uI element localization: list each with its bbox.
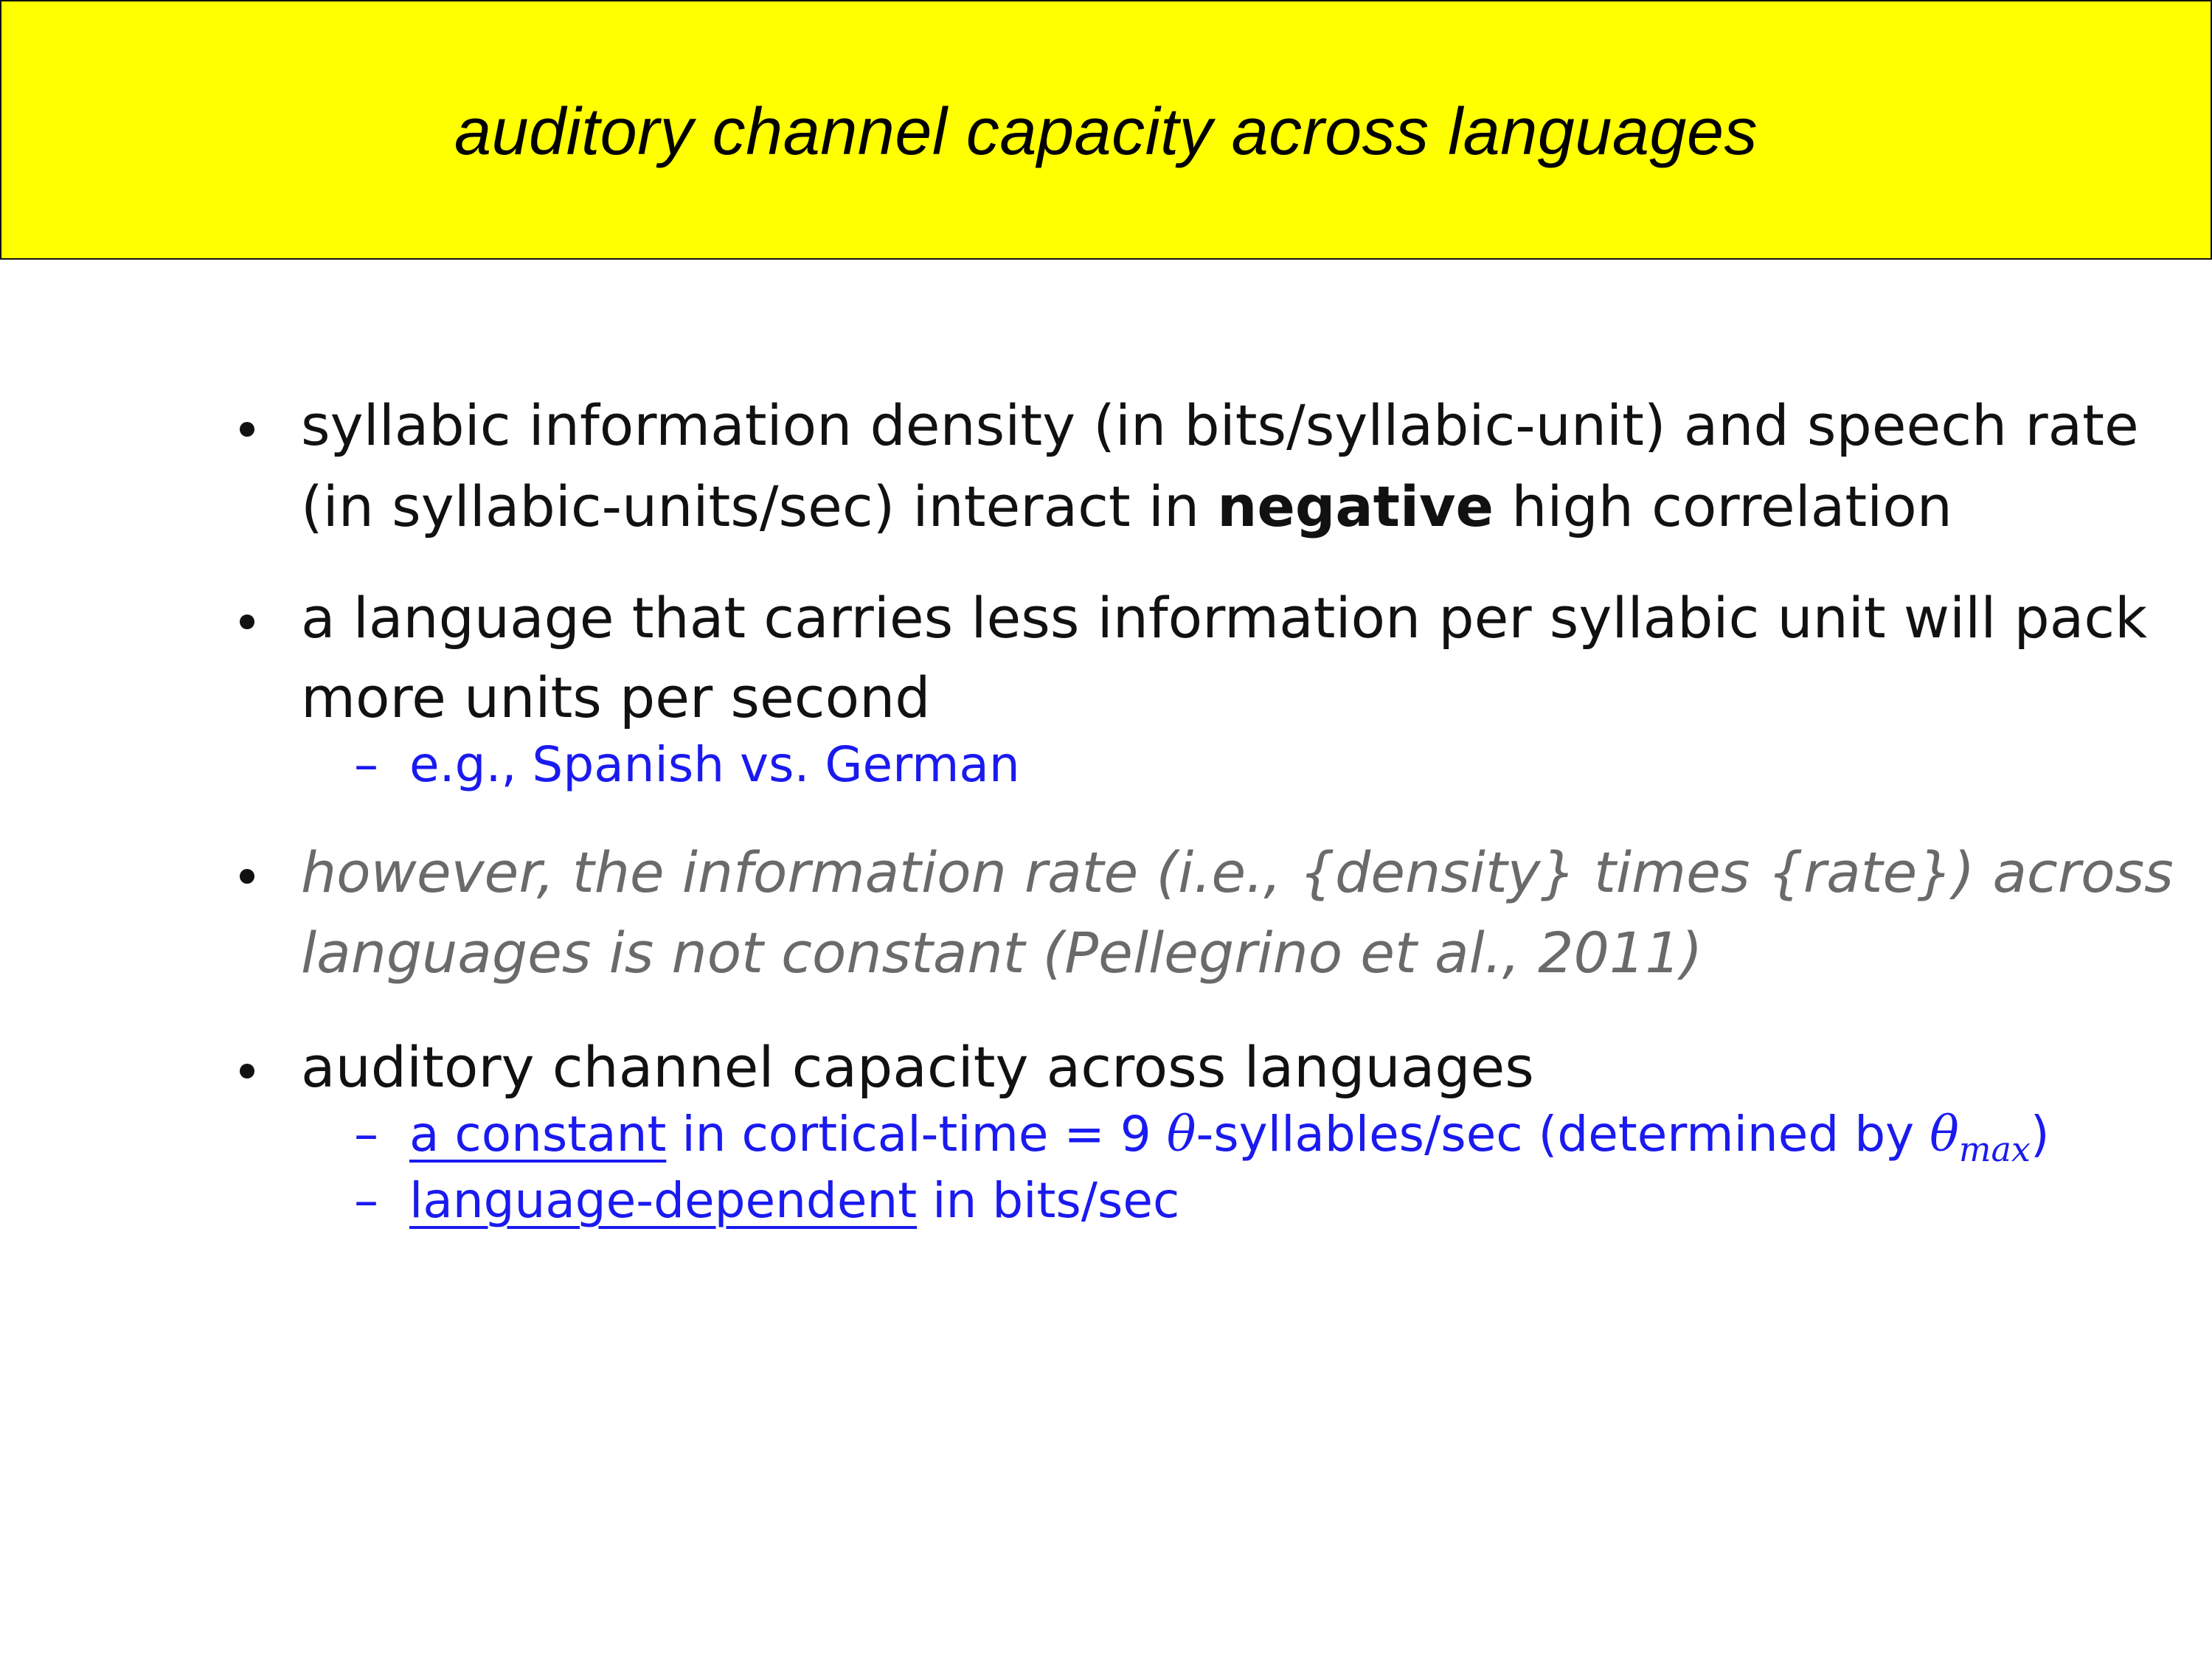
underlined-term: a constant <box>409 1106 667 1163</box>
sub-text: in bits/sec <box>917 1172 1180 1229</box>
subscript-max: max <box>1958 1129 2031 1169</box>
theta-symbol: θ <box>1166 1106 1196 1163</box>
slide-title: auditory channel capacity across languag… <box>454 95 1758 169</box>
sub-dash: – <box>354 736 378 793</box>
bullet-3-line-1: however, the information rate (i.e., {de… <box>301 839 2174 905</box>
bullet-3-line-2: languages is not constant (Pellegrino et… <box>301 920 1703 986</box>
bullet-2-line-2: more units per second <box>301 665 931 730</box>
bullet-1-line-1: syllabic information density (in bits/sy… <box>301 392 2139 458</box>
sub-text: ) <box>2030 1106 2050 1163</box>
underlined-term: language-dependent <box>409 1172 918 1229</box>
bullet-1-line-2-post: high correlation <box>1494 474 1952 539</box>
sub-dash: – <box>354 1172 378 1229</box>
bullet-1-line-2-pre: (in syllabic-units/sec) interact in <box>301 474 1218 539</box>
bullet-4-sub-2: language-dependent in bits/sec <box>409 1168 1179 1234</box>
bullet-dot <box>240 422 254 437</box>
bullet-1-emphasis: negative <box>1217 474 1494 539</box>
bullet-dot <box>240 869 254 884</box>
bullet-2-line-1: a language that carries less information… <box>301 585 2148 651</box>
bullet-1-line-2: (in syllabic-units/sec) interact in nega… <box>301 470 1952 544</box>
bullet-2-sub-1: e.g., Spanish vs. German <box>409 736 1020 793</box>
sub-dash: – <box>354 1106 378 1163</box>
bullet-dot <box>240 614 254 629</box>
bullet-4-line-1: auditory channel capacity across languag… <box>301 1034 1534 1100</box>
sub-text: in cortical-time = 9 <box>666 1106 1167 1163</box>
sub-text: -syllables/sec (determined by <box>1196 1106 1930 1163</box>
bullet-dot <box>240 1064 254 1078</box>
theta-symbol: θ <box>1930 1106 1959 1163</box>
